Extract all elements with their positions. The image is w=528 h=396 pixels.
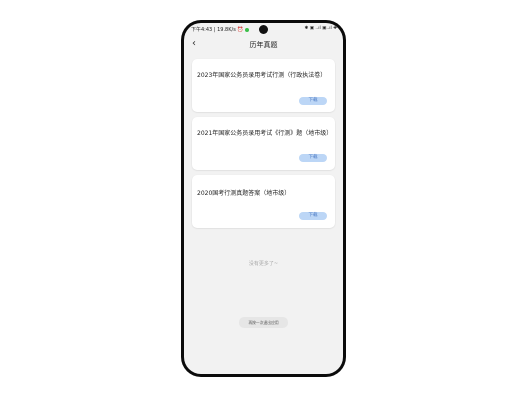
title-bar: ‹ 历年真题 <box>184 37 343 53</box>
download-button[interactable]: 下载 <box>299 212 327 220</box>
front-camera <box>259 25 268 34</box>
page-title: 历年真题 <box>249 41 278 49</box>
paper-card[interactable]: 2021年国家公务员录用考试《行测》题（地市级） 下载 <box>192 117 335 170</box>
paper-title: 2023年国家公务员录用考试行测（行政执法卷） <box>197 72 327 79</box>
download-button[interactable]: 下载 <box>299 97 327 105</box>
app-screen: 下午4:43 | 19.8K/s ⏰ ✱ ▣ ..ıl ▣..ıl ✚ ‹ 历年… <box>184 23 343 374</box>
paper-card[interactable]: 2020国考行测真题答案（地市级） 下载 <box>192 175 335 228</box>
status-time-text: 下午4:43 | 19.8K/s ⏰ <box>191 27 244 33</box>
paper-card[interactable]: 2023年国家公务员录用考试行测（行政执法卷） 下载 <box>192 59 335 112</box>
paper-title: 2020国考行测真题答案（地市级） <box>197 190 291 197</box>
status-bar: 下午4:43 | 19.8K/s ⏰ ✱ ▣ ..ıl ▣..ıl ✚ <box>184 23 343 35</box>
download-button[interactable]: 下载 <box>299 154 327 162</box>
exit-toast: 再按一次退出应用 <box>239 317 288 328</box>
status-app-dot-icon <box>244 27 249 32</box>
phone-frame: 下午4:43 | 19.8K/s ⏰ ✱ ▣ ..ıl ▣..ıl ✚ ‹ 历年… <box>181 20 346 377</box>
paper-title: 2021年国家公务员录用考试《行测》题（地市级） <box>197 130 333 137</box>
status-indicators: ✱ ▣ ..ıl ▣..ıl ✚ <box>304 26 338 31</box>
status-time: 下午4:43 | 19.8K/s ⏰ <box>191 26 249 33</box>
no-more-text: 没有更多了~ <box>248 261 279 267</box>
